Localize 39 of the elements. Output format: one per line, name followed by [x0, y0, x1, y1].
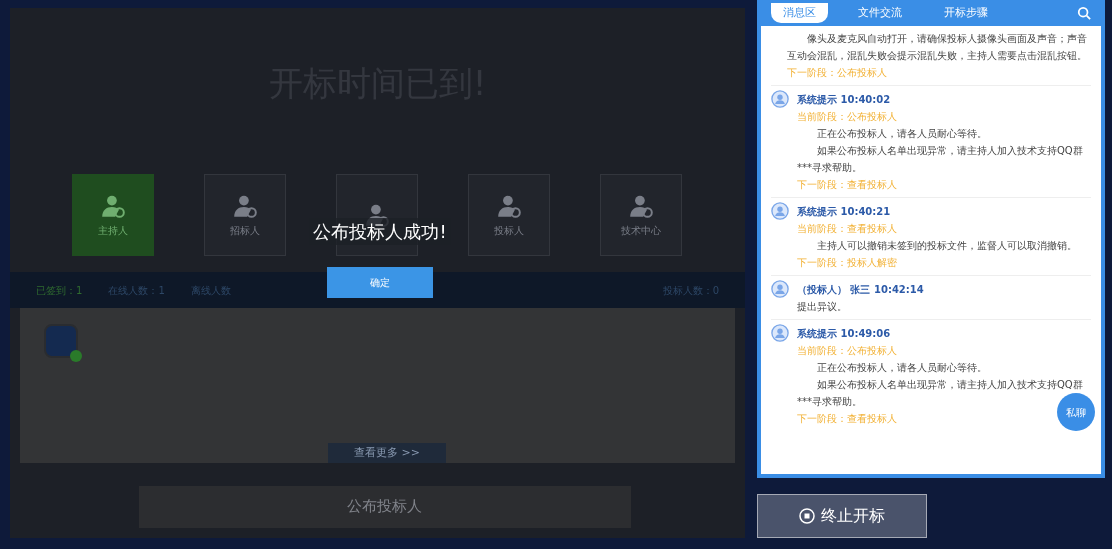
- message-line: 下一阶段：投标人解密: [797, 256, 897, 270]
- stop-bidding-button[interactable]: 终止开标: [757, 494, 927, 538]
- role-card[interactable]: 技术中心: [600, 174, 682, 256]
- role-label: 投标人: [494, 223, 524, 238]
- publish-bidders-button[interactable]: 公布投标人: [138, 485, 631, 528]
- chat-tab[interactable]: 开标步骤: [932, 3, 1000, 23]
- avatar-icon: [771, 90, 789, 108]
- message-line: 当前阶段：查看投标人: [797, 222, 897, 236]
- message-line: 正在公布投标人，请各人员耐心等待。: [816, 361, 988, 375]
- message-line: 提出异议。: [797, 300, 848, 314]
- avatar-icon: [771, 324, 789, 342]
- avatar-icon: [771, 202, 789, 220]
- message-line: 下一阶段：查看投标人: [797, 178, 897, 192]
- avatar-icon: [771, 280, 789, 298]
- chat-tab[interactable]: 文件交流: [846, 3, 914, 23]
- message-line: 正在公布投标人，请各人员耐心等待。: [816, 127, 988, 141]
- message-sender: 系统提示 10:40:21: [797, 204, 891, 219]
- confirm-button[interactable]: 确定: [327, 267, 433, 298]
- message-sender: （投标人） 张三 10:42:14: [797, 282, 924, 297]
- role-label: 主持人: [98, 223, 128, 238]
- message-line: 像头及麦克风自动打开，请确保投标人摄像头画面及声音；声音互动会混乱，混乱失败会提示混乱失败，主持人需要点击混乱按钮。: [787, 32, 1088, 63]
- message-sender: 系统提示 10:49:06: [797, 326, 891, 341]
- search-icon[interactable]: [1077, 6, 1091, 20]
- message-line: 如果公布投标人名单出现异常，请主持人加入技术支持QQ群***寻求帮助。: [797, 144, 1084, 175]
- role-label: 技术中心: [621, 223, 661, 238]
- message-line: 下一阶段：查看投标人: [797, 412, 897, 426]
- more-button[interactable]: 查看更多 >>: [328, 443, 446, 463]
- role-card[interactable]: 投标人: [468, 174, 550, 256]
- message-sender: 系统提示 10:40:02: [797, 92, 891, 107]
- chat-tab[interactable]: 消息区: [771, 3, 828, 23]
- message-line: 下一阶段：公布投标人: [787, 66, 887, 80]
- message-line: 当前阶段：公布投标人: [797, 110, 897, 124]
- role-card[interactable]: 主持人: [72, 174, 154, 256]
- message-line: 主持人可以撤销未签到的投标文件，监督人可以取消撤销。: [816, 239, 1078, 253]
- message-line: 当前阶段：公布投标人: [797, 344, 897, 358]
- role-label: 招标人: [230, 223, 260, 238]
- role-card[interactable]: 招标人: [204, 174, 286, 256]
- stat-text: 已签到：1: [36, 283, 83, 298]
- stop-icon: [799, 508, 815, 524]
